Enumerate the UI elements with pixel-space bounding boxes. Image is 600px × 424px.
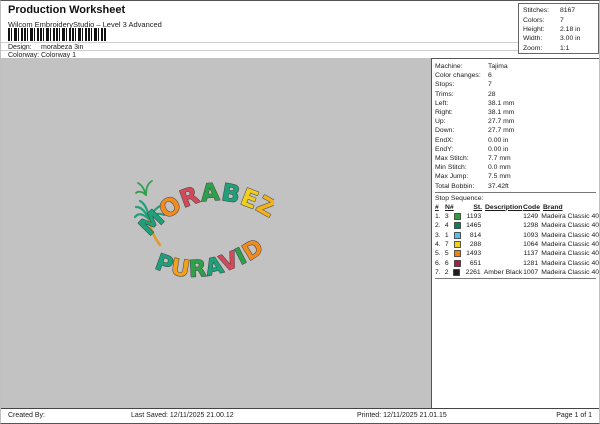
summary-stitches: Stitches:8167 <box>523 6 598 15</box>
production-worksheet-page: Production Worksheet Wilcom EmbroiderySt… <box>0 0 600 424</box>
printed-text: Printed: 12/11/2025 21.01.15 <box>357 412 447 419</box>
thread-color-swatch <box>454 250 461 257</box>
info-endx: EndX:0.00 in <box>435 136 599 145</box>
info-max-jump: Max Jump:7.5 mm <box>435 172 599 181</box>
page-title: Production Worksheet <box>8 4 125 16</box>
stop-sequence-header-row: # N# St. Description Code Brand <box>435 203 599 212</box>
design-canvas: MORABEZA PURAVIDA <box>1 58 432 408</box>
machine-info-panel: Machine:Tajima Color changes:6 Stops:7 T… <box>431 58 599 408</box>
panel-divider <box>435 192 596 193</box>
thread-color-swatch <box>454 241 461 248</box>
info-right: Right:38.1 mm <box>435 108 599 117</box>
info-total-bobbin: Total Bobbin:37.42ft <box>435 181 599 190</box>
info-down: Down:27.7 mm <box>435 126 599 135</box>
summary-width: Width:3.00 in <box>523 34 598 43</box>
stop-sequence-row: 6. 6 651 1281 Madeira Classic 40 <box>435 258 599 267</box>
header-divider <box>1 50 519 51</box>
page-number: Page 1 of 1 <box>556 412 592 419</box>
stop-sequence-row: 1. 3 1193 1249 Madeira Classic 40 <box>435 212 599 221</box>
thread-color-swatch <box>454 213 461 220</box>
info-left: Left:38.1 mm <box>435 99 599 108</box>
stop-sequence-row: 7. 2 2261 Amber Black 1007 Madeira Class… <box>435 268 599 277</box>
created-by-label: Created By: <box>8 412 45 419</box>
info-endy: EndY:0.00 in <box>435 145 599 154</box>
thread-color-swatch <box>454 222 461 229</box>
word-morabeza: MORABEZA <box>134 179 274 241</box>
stop-sequence-title: Stop Sequence: <box>435 194 599 203</box>
design-summary-box: Stitches:8167 Colors:7 Height:2.18 in Wi… <box>518 3 599 54</box>
last-saved-text: Last Saved: 12/11/2025 21.00.12 <box>131 412 234 419</box>
info-max-stitch: Max Stitch:7.7 mm <box>435 154 599 163</box>
info-trims: Trims:28 <box>435 90 599 99</box>
embroidery-design-morabeza-puravida: MORABEZA PURAVIDA <box>134 179 274 305</box>
summary-height: Height:2.18 in <box>523 25 598 34</box>
sprout-icon <box>136 181 152 195</box>
stop-sequence-row: 4. 7 288 1064 Madeira Classic 40 <box>435 240 599 249</box>
thread-color-swatch <box>454 232 461 239</box>
summary-zoom: Zoom:1:1 <box>523 44 598 53</box>
info-min-stitch: Min Stitch:0.0 mm <box>435 163 599 172</box>
info-machine: Machine:Tajima <box>435 62 599 71</box>
summary-colors: Colors:7 <box>523 15 598 24</box>
thread-color-swatch <box>453 269 460 276</box>
table-end-divider <box>435 278 596 279</box>
footer: Created By: Last Saved: 12/11/2025 21.00… <box>1 408 599 424</box>
stop-sequence-row: 2. 4 1465 1298 Madeira Classic 40 <box>435 221 599 230</box>
info-color-changes: Color changes:6 <box>435 71 599 80</box>
thread-color-swatch <box>454 260 461 267</box>
info-stops: Stops:7 <box>435 80 599 89</box>
info-up: Up:27.7 mm <box>435 117 599 126</box>
stop-sequence-row: 3. 1 814 1093 Madeira Classic 40 <box>435 231 599 240</box>
stop-sequence-row: 5. 5 1493 1137 Madeira Classic 40 <box>435 249 599 258</box>
design-barcode <box>8 28 106 41</box>
